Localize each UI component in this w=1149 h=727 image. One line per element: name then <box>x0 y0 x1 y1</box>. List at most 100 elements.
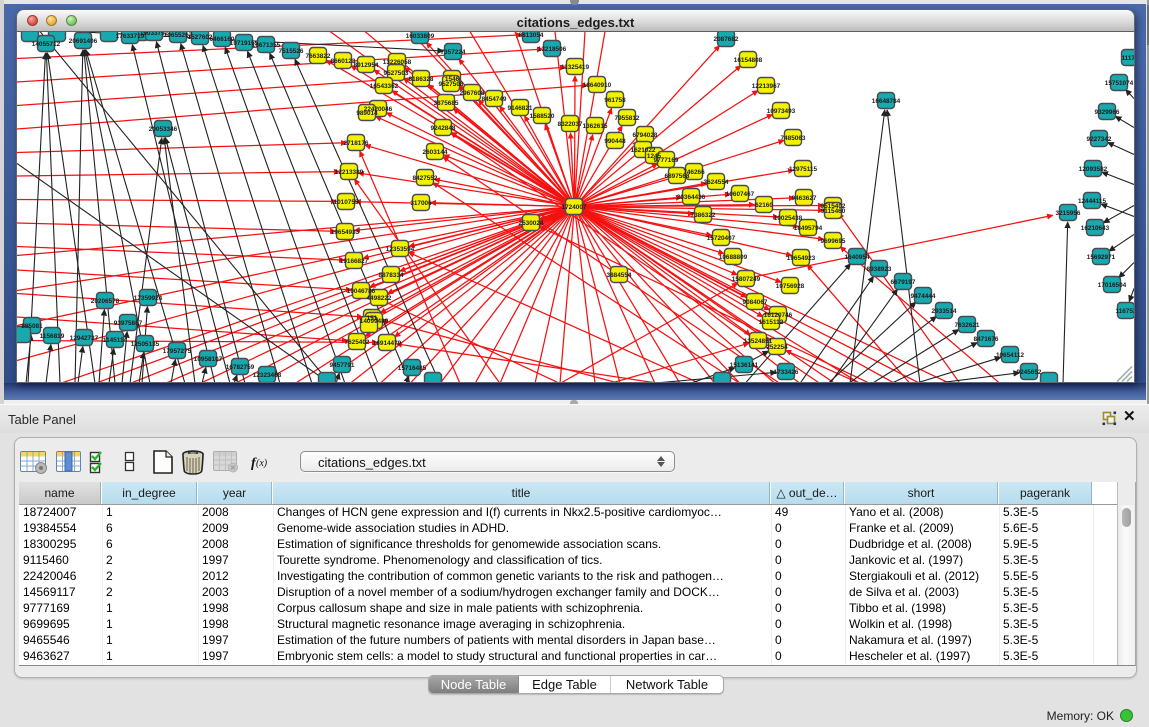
svg-text:12942737: 12942737 <box>70 335 99 342</box>
svg-text:11325419: 11325419 <box>561 64 590 71</box>
svg-text:1615112: 1615112 <box>759 319 784 326</box>
svg-text:8471676: 8471676 <box>974 336 999 343</box>
svg-text:9474444: 9474444 <box>911 293 936 300</box>
svg-text:16782759: 16782759 <box>226 364 255 371</box>
svg-text:9699695: 9699695 <box>821 238 846 245</box>
svg-text:19166827: 19166827 <box>340 258 369 265</box>
svg-text:9245652: 9245652 <box>1017 369 1042 376</box>
svg-text:12975115: 12975115 <box>789 166 818 173</box>
svg-text:7663822: 7663822 <box>306 53 331 60</box>
svg-text:2718176: 2718176 <box>344 140 369 147</box>
svg-text:317006: 317006 <box>410 200 432 207</box>
svg-text:8322037: 8322037 <box>558 121 583 128</box>
svg-text:9242848: 9242848 <box>431 125 456 132</box>
svg-text:15136141: 15136141 <box>730 362 759 369</box>
svg-text:17359924: 17359924 <box>134 295 163 302</box>
svg-text:7485063: 7485063 <box>781 135 806 142</box>
svg-text:1010755: 1010755 <box>334 199 359 206</box>
svg-text:20206578: 20206578 <box>91 298 120 305</box>
svg-text:9527508: 9527508 <box>439 81 464 88</box>
svg-text:10973493: 10973493 <box>767 108 796 115</box>
svg-text:1733426: 1733426 <box>774 369 799 376</box>
svg-text:2933514: 2933514 <box>932 308 957 315</box>
svg-text:8427552: 8427552 <box>413 175 438 182</box>
svg-text:16120746: 16120746 <box>764 312 793 319</box>
svg-text:9329966: 9329966 <box>1095 109 1120 116</box>
svg-text:7955812: 7955812 <box>615 115 640 122</box>
svg-text:15751074: 15751074 <box>1105 80 1134 87</box>
svg-text:12213967: 12213967 <box>752 83 781 90</box>
svg-text:1588520: 1588520 <box>530 113 555 120</box>
svg-text:885081: 885081 <box>21 323 43 330</box>
svg-text:19654923: 19654923 <box>787 255 816 262</box>
svg-text:10046786: 10046786 <box>347 288 376 295</box>
svg-text:1145114: 1145114 <box>103 337 128 344</box>
svg-text:15692971: 15692971 <box>1087 254 1116 261</box>
svg-text:6679197: 6679197 <box>891 279 916 286</box>
svg-text:16914479: 16914479 <box>373 340 402 347</box>
svg-text:7386322: 7386322 <box>691 212 716 219</box>
svg-text:15716485: 15716485 <box>398 365 427 372</box>
svg-text:2087682: 2087682 <box>714 36 739 43</box>
svg-text:8912954: 8912954 <box>354 62 379 69</box>
svg-text:17957275: 17957275 <box>163 348 192 355</box>
svg-text:6897568: 6897568 <box>665 173 690 180</box>
svg-text:7515526: 7515526 <box>279 48 304 55</box>
svg-text:7357224: 7357224 <box>441 49 466 56</box>
svg-text:3884554: 3884554 <box>607 272 632 279</box>
svg-text:9463627: 9463627 <box>792 195 817 202</box>
svg-text:8813054: 8813054 <box>519 32 544 39</box>
svg-text:9527503: 9527503 <box>384 70 409 77</box>
svg-text:8878334: 8878334 <box>379 272 404 279</box>
svg-text:7632621: 7632621 <box>955 322 980 329</box>
svg-text:16648784: 16648784 <box>872 98 901 105</box>
svg-text:7625402: 7625402 <box>345 339 370 346</box>
svg-text:16671355: 16671355 <box>252 42 281 49</box>
svg-text:15720407: 15720407 <box>707 235 736 242</box>
svg-text:8186328: 8186328 <box>409 76 434 83</box>
svg-text:1362615: 1362615 <box>583 123 608 130</box>
svg-text:2530024: 2530024 <box>519 220 544 227</box>
svg-text:6794028: 6794028 <box>633 132 658 139</box>
svg-text:8938923: 8938923 <box>867 266 892 273</box>
svg-text:10654112: 10654112 <box>996 352 1025 359</box>
svg-text:252254: 252254 <box>766 344 788 351</box>
svg-text:10958107: 10958107 <box>194 356 223 363</box>
svg-text:116753: 116753 <box>1116 308 1134 315</box>
svg-text:13226058: 13226058 <box>383 59 412 66</box>
svg-text:11170: 11170 <box>1121 55 1134 62</box>
svg-text:9115460: 9115460 <box>821 208 846 215</box>
svg-text:9457791: 9457791 <box>330 362 355 369</box>
svg-text:10025438: 10025438 <box>774 215 803 222</box>
svg-text:93975867: 93975867 <box>114 320 143 327</box>
svg-text:16543362: 16543362 <box>370 83 399 90</box>
svg-text:20053346: 20053346 <box>149 126 178 133</box>
svg-text:989014: 989014 <box>356 110 378 117</box>
svg-text:1640954: 1640954 <box>845 254 870 261</box>
svg-text:10756928: 10756928 <box>776 283 805 290</box>
svg-text:9227342: 9227342 <box>1087 136 1112 143</box>
svg-text:16210643: 16210643 <box>1081 225 1110 232</box>
svg-text:10688809: 10688809 <box>719 254 748 261</box>
svg-text:1724007: 1724007 <box>562 204 587 211</box>
svg-text:10607467: 10607467 <box>726 191 755 198</box>
svg-text:3215956: 3215956 <box>1056 210 1081 217</box>
svg-text:12093582: 12093582 <box>1079 166 1108 173</box>
svg-text:(x): (x) <box>256 458 268 469</box>
svg-text:12505135: 12505135 <box>131 341 160 348</box>
svg-text:4498222: 4498222 <box>367 295 392 302</box>
svg-text:62160: 62160 <box>755 202 773 209</box>
svg-text:3624554: 3624554 <box>704 179 729 186</box>
svg-text:17016504: 17016504 <box>1098 282 1127 289</box>
svg-text:12444115: 12444115 <box>1078 198 1107 205</box>
svg-text:13218506: 13218506 <box>538 46 567 53</box>
svg-text:2603144: 2603144 <box>423 149 448 156</box>
svg-text:19654933: 19654933 <box>331 229 360 236</box>
svg-text:1156819: 1156819 <box>40 333 65 340</box>
svg-text:16033809: 16033809 <box>406 33 435 40</box>
svg-text:9084067: 9084067 <box>743 299 768 306</box>
svg-text:12353594: 12353594 <box>386 246 415 253</box>
svg-text:961758: 961758 <box>604 97 626 104</box>
svg-text:990448: 990448 <box>604 138 626 145</box>
svg-text:3875685: 3875685 <box>434 100 459 107</box>
